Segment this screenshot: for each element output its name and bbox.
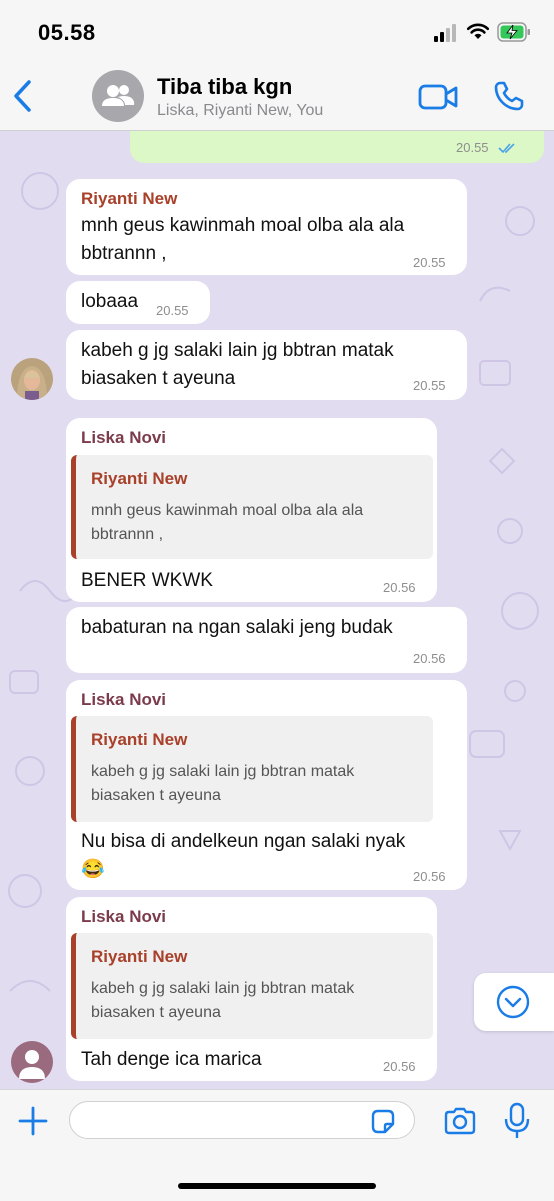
message-text-line: mnh geus kawinmah moal olba ala ala	[81, 215, 405, 236]
incoming-message-bubble[interactable]: Liska Novi Riyanti New kabeh g jg salaki…	[66, 897, 437, 1081]
status-time: 05.58	[38, 20, 96, 45]
message-text-line: Nu bisa di andelkeun ngan salaki nyak	[81, 831, 406, 852]
laughing-emoji: 😂	[81, 859, 105, 880]
incoming-message-bubble[interactable]: Riyanti New mnh geus kawinmah moal olba …	[66, 179, 467, 275]
quoted-message[interactable]: Riyanti New kabeh g jg salaki lain jg bb…	[71, 933, 433, 1039]
quoted-message[interactable]: Riyanti New kabeh g jg salaki lain jg bb…	[71, 716, 433, 822]
quoted-sender: Riyanti New	[91, 469, 188, 488]
message-text-line: kabeh g jg salaki lain jg bbtran matak	[81, 340, 394, 361]
message-input[interactable]	[69, 1101, 415, 1139]
sticker-icon[interactable]	[369, 1108, 397, 1136]
chevron-left-icon[interactable]	[10, 78, 36, 114]
battery-charging-icon	[497, 22, 530, 42]
quoted-sender: Riyanti New	[91, 947, 188, 966]
message-input-bar	[0, 1089, 554, 1201]
incoming-message-bubble[interactable]: babaturan na ngan salaki jeng budak 20.5…	[66, 607, 467, 673]
message-time: 20.55	[413, 255, 446, 270]
quoted-text-line: kabeh g jg salaki lain jg bbtran matak	[91, 763, 355, 780]
message-time: 20.56	[383, 580, 416, 595]
message-sender: Riyanti New	[81, 189, 178, 208]
chat-title[interactable]: Tiba tiba kgn	[157, 74, 292, 100]
message-time: 20.56	[383, 1059, 416, 1074]
liska-avatar[interactable]	[11, 1041, 53, 1083]
status-bar: 05.58	[0, 0, 554, 62]
quoted-text-line: kabeh g jg salaki lain jg bbtran matak	[91, 980, 355, 997]
incoming-message-bubble[interactable]: kabeh g jg salaki lain jg bbtran matak b…	[66, 330, 467, 400]
group-avatar-icon[interactable]	[92, 70, 144, 122]
message-text: Tah denge ica marica	[81, 1049, 262, 1070]
camera-icon[interactable]	[443, 1107, 477, 1135]
message-time: 20.55	[156, 303, 189, 318]
video-call-icon[interactable]	[418, 82, 460, 112]
message-text: lobaaa	[81, 291, 139, 312]
outgoing-message-bubble[interactable]: 20.55	[130, 131, 544, 163]
quoted-text-line: bbtrannn ,	[91, 526, 164, 543]
quoted-message[interactable]: Riyanti New mnh geus kawinmah moal olba …	[71, 455, 433, 559]
message-sender: Liska Novi	[81, 690, 167, 709]
scroll-down-button[interactable]	[474, 973, 554, 1031]
message-sender: Liska Novi	[81, 907, 167, 926]
riyanti-avatar[interactable]	[11, 358, 53, 400]
message-text-line: bbtrannn ,	[81, 243, 167, 264]
message-text: BENER WKWK	[81, 570, 213, 591]
quoted-text-line: biasaken t ayeuna	[91, 787, 221, 804]
quoted-sender: Riyanti New	[91, 730, 188, 749]
message-text: babaturan na ngan salaki jeng budak	[81, 617, 393, 638]
chat-area[interactable]: 20.55 Riyanti New mnh geus kawinmah moal…	[0, 131, 554, 1089]
scroll-down-icon	[496, 985, 530, 1019]
quoted-text-line: mnh geus kawinmah moal olba ala ala	[91, 502, 364, 519]
message-sender: Liska Novi	[81, 428, 167, 447]
incoming-message-bubble[interactable]: Liska Novi Riyanti New mnh geus kawinmah…	[66, 418, 437, 602]
phone-call-icon[interactable]	[492, 79, 526, 113]
wifi-icon	[466, 23, 490, 39]
read-double-check-icon	[498, 143, 515, 154]
message-time: 20.55	[456, 140, 489, 155]
microphone-icon[interactable]	[504, 1102, 530, 1140]
chat-participants[interactable]: Liska, Riyanti New, You	[157, 102, 323, 120]
chat-header: Tiba tiba kgn Liska, Riyanti New, You	[0, 62, 554, 131]
incoming-message-bubble[interactable]: lobaaa 20.55	[66, 281, 210, 324]
home-indicator	[178, 1183, 376, 1189]
quoted-text-line: biasaken t ayeuna	[91, 1004, 221, 1021]
message-text-line: biasaken t ayeuna	[81, 368, 236, 389]
cellular-signal-icon	[434, 24, 456, 42]
message-time: 20.56	[413, 651, 446, 666]
incoming-message-bubble[interactable]: Liska Novi Riyanti New kabeh g jg salaki…	[66, 680, 467, 890]
plus-icon[interactable]	[17, 1105, 49, 1137]
message-time: 20.56	[413, 869, 446, 884]
message-time: 20.55	[413, 378, 446, 393]
